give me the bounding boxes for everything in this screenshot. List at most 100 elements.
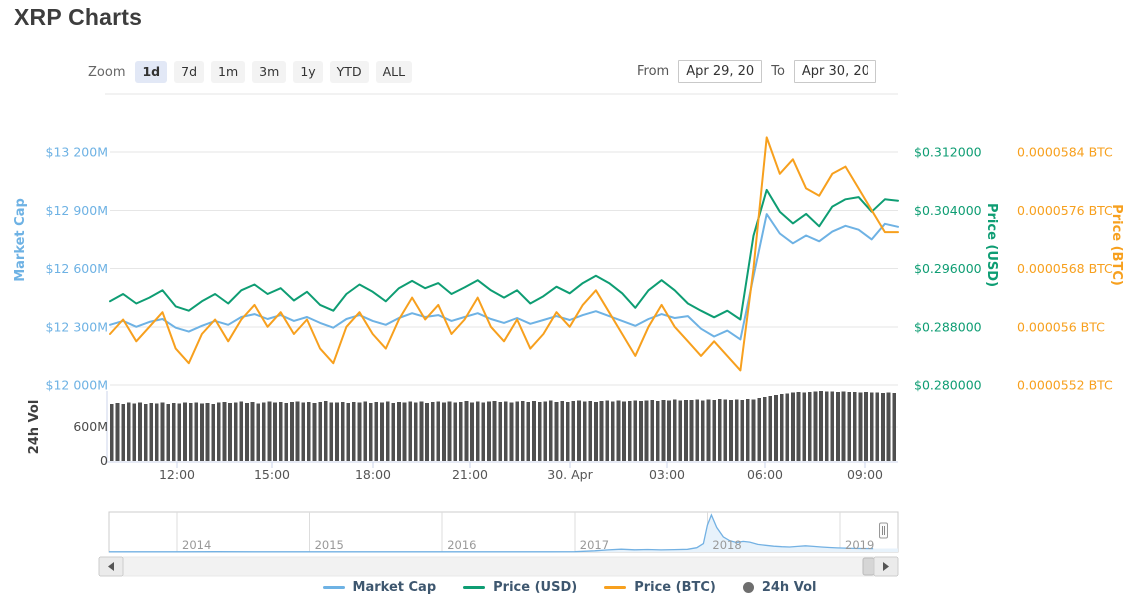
legend-item-24h-vol[interactable]: 24h Vol	[743, 580, 817, 595]
volume-bar	[341, 402, 345, 461]
volume-bar	[780, 394, 784, 461]
volume-bar	[425, 403, 429, 461]
volume-bar	[352, 402, 356, 461]
volume-bar	[183, 403, 187, 461]
volume-bar	[690, 400, 694, 461]
volume-bar	[605, 400, 609, 461]
volume-bar	[791, 393, 795, 461]
price-btc-tick-label: 0.0000568 BTC	[1017, 261, 1113, 276]
volume-bar	[436, 402, 440, 462]
scrollbar-left-button[interactable]	[99, 557, 123, 576]
volume-bar	[391, 403, 395, 461]
price-btc-tick-label: 0.000056 BTC	[1017, 319, 1105, 334]
volume-bar	[228, 403, 232, 461]
legend-item-label: Market Cap	[353, 580, 437, 595]
volume-bar	[414, 403, 418, 461]
volume-bar	[701, 400, 705, 461]
volume-bar	[262, 402, 266, 461]
volume-bar	[695, 399, 699, 461]
volume-bar	[172, 403, 176, 461]
volume-bar	[650, 400, 654, 461]
volume-bar	[296, 401, 300, 461]
volume-bar	[594, 402, 598, 461]
market-cap-tick-label: $12 900M	[46, 203, 108, 218]
volume-bar	[870, 393, 874, 461]
volume-bars	[110, 391, 896, 461]
market-cap-tick-label: $13 200M	[46, 145, 108, 160]
volume-bar	[256, 403, 260, 461]
volume-bar	[527, 402, 531, 461]
price-usd-tick-label: $0.288000	[914, 319, 982, 334]
x-axis-label: 03:00	[649, 467, 685, 482]
price-usd-tick-label: $0.312000	[914, 145, 982, 160]
price-btc-axis-title: Price (BTC)	[1109, 204, 1124, 286]
navigator-handle[interactable]	[880, 523, 888, 538]
volume-bar	[144, 404, 148, 461]
volume-bar	[397, 402, 401, 461]
navigator-year-label: 2017	[580, 538, 609, 552]
volume-bar	[836, 392, 840, 461]
volume-bar	[330, 402, 334, 461]
volume-bar	[307, 402, 311, 461]
volume-bar	[842, 391, 846, 461]
volume-bar	[251, 402, 255, 461]
volume-bar	[206, 403, 210, 461]
volume-bar	[673, 400, 677, 461]
volume-bar	[814, 391, 818, 461]
legend-item-price-btc-[interactable]: Price (BTC)	[604, 580, 716, 595]
volume-bar	[234, 402, 238, 461]
volume-bar	[217, 403, 221, 461]
legend-item-market-cap[interactable]: Market Cap	[323, 580, 437, 595]
scrollbar-track[interactable]	[123, 557, 874, 576]
volume-bar	[769, 396, 773, 461]
volume-bar	[481, 403, 485, 461]
volume-bar	[583, 402, 587, 461]
x-axis-label: 09:00	[847, 467, 883, 482]
volume-bar	[639, 401, 643, 461]
volume-bar	[487, 402, 491, 461]
volume-bar	[279, 402, 283, 461]
volume-bar	[369, 403, 373, 461]
volume-bar	[577, 400, 581, 461]
volume-bar	[155, 403, 159, 461]
volume-bar	[149, 403, 153, 461]
volume-bar	[498, 402, 502, 461]
volume-bar	[853, 392, 857, 461]
x-axis-label: 18:00	[355, 467, 391, 482]
x-axis-label: 15:00	[254, 467, 290, 482]
volume-bar	[223, 402, 227, 461]
volume-bar	[313, 403, 317, 461]
chart-legend: Market Cap Price (USD) Price (BTC) 24h Vol	[0, 580, 1139, 595]
x-axis-label: 06:00	[747, 467, 783, 482]
volume-bar	[532, 401, 536, 461]
market-cap-tick-label: $12 300M	[46, 319, 108, 334]
volume-bar	[211, 404, 215, 461]
chart-area[interactable]: 12:0015:0018:0021:0030. Apr03:0006:0009:…	[0, 0, 1139, 608]
volume-bar	[830, 391, 834, 461]
xrp-charts-page: XRP Charts Zoom 1d7d1m3m1yYTDALL From To…	[0, 0, 1139, 608]
volume-bar	[808, 392, 812, 461]
volume-bar	[110, 404, 114, 461]
x-axis-label: 12:00	[159, 467, 195, 482]
volume-bar	[549, 401, 553, 461]
legend-line-marker	[463, 586, 485, 589]
volume-tick-label: 600M	[73, 419, 108, 434]
legend-item-label: 24h Vol	[762, 580, 817, 595]
chart-svg[interactable]: 12:0015:0018:0021:0030. Apr03:0006:0009:…	[0, 0, 1139, 608]
scrollbar-thumb[interactable]	[863, 558, 874, 575]
volume-bar	[133, 403, 137, 461]
volume-bar	[510, 402, 514, 461]
volume-bar	[363, 402, 367, 461]
volume-bar	[819, 391, 823, 461]
legend-item-price-usd-[interactable]: Price (USD)	[463, 580, 577, 595]
volume-bar	[740, 400, 744, 461]
volume-bar	[448, 402, 452, 461]
volume-bar	[707, 400, 711, 461]
volume-bar	[746, 399, 750, 461]
volume-bar	[515, 402, 519, 462]
volume-bar	[785, 393, 789, 461]
scrollbar-right-button[interactable]	[874, 557, 898, 576]
volume-bar	[166, 404, 170, 461]
navigator[interactable]	[109, 512, 898, 552]
price-usd-tick-label: $0.280000	[914, 378, 982, 393]
